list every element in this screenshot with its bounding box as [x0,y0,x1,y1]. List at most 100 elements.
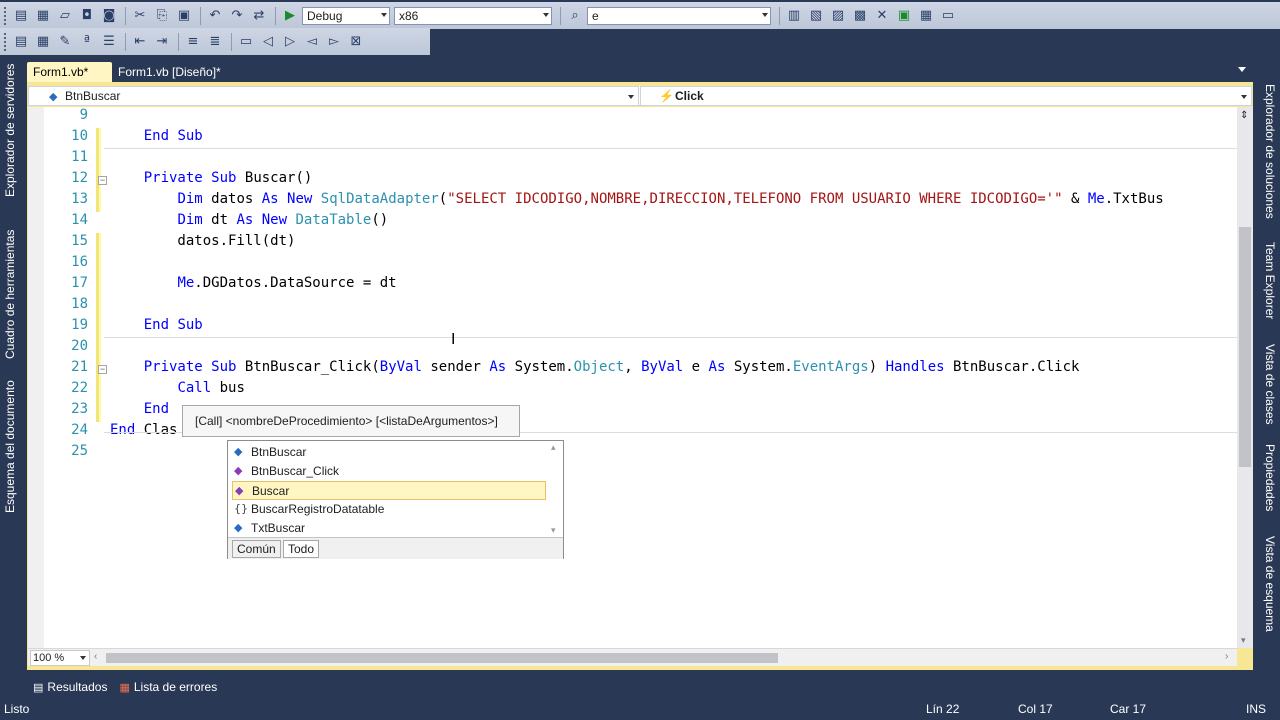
open-file-icon[interactable]: ▱ [55,6,75,26]
add-item-icon[interactable]: ▦ [33,6,53,26]
list-icon[interactable]: ☰ [99,32,119,52]
word-complete-icon[interactable]: ª [77,32,97,52]
prev-bookmark-icon[interactable]: ◁ [258,32,278,52]
properties-tab[interactable]: Propiedades [1263,444,1277,511]
completion-item[interactable]: ◆ BtnBuscar_Click [232,462,546,481]
chevron-left-icon[interactable]: ‹ [94,651,97,662]
tab-common[interactable]: Común [232,540,281,558]
class-name-value: BtnBuscar [65,89,121,103]
collapse-icon[interactable]: − [98,176,107,185]
outline-view-tab[interactable]: Vista de esquema [1263,536,1277,632]
namespace-icon: {} [234,502,248,515]
tools-icon[interactable]: ✕ [872,6,892,26]
uncomment-icon[interactable]: ≣ [205,32,225,52]
tab-output[interactable]: ▤ Resultados [27,676,113,698]
scroll-thumb[interactable] [1239,227,1251,467]
completion-item[interactable]: ◆ BtnBuscar [232,443,546,462]
next-bookmark-folder-icon[interactable]: ▻ [324,32,344,52]
status-text: Listo [4,702,30,716]
member-list-icon[interactable]: ▤ [11,32,31,52]
solution-explorer-tab[interactable]: Explorador de soluciones [1263,84,1277,219]
completion-filter-tabs: Común Todo [228,537,563,559]
toolbar-grip[interactable] [4,6,8,25]
bookmark-icon[interactable]: ▭ [236,32,256,52]
object-browser-icon[interactable]: ▨ [828,6,848,26]
outdent-icon[interactable]: ⇤ [130,32,150,52]
tab-error-list[interactable]: ▦ Lista de errores [113,676,223,698]
find-input[interactable]: e [587,6,771,25]
code-line[interactable]: Dim dt As New DataTable() [110,212,388,228]
platform-select[interactable]: x86 [394,6,552,25]
code-line[interactable]: Private Sub Buscar() [110,170,313,186]
toolbar-grip[interactable] [4,32,8,51]
toolbox-tab[interactable]: Cuadro de herramientas [3,230,17,370]
prev-bookmark-folder-icon[interactable]: ◅ [302,32,322,52]
indent-icon[interactable]: ⇥ [152,32,172,52]
toolbox-icon[interactable]: ▩ [850,6,870,26]
undo-icon[interactable]: ↶ [205,6,225,26]
find-in-files-icon[interactable]: ⌕ [565,6,585,26]
intellisense-list[interactable]: ◆ BtnBuscar ◆ BtnBuscar_Click ◆ Buscar {} Busca… [227,440,564,559]
horizontal-scrollbar[interactable]: 100 % ‹ › [28,648,1237,666]
code-line[interactable]: Call bus [110,380,244,396]
line-number: 12 [71,170,88,186]
configuration-select[interactable]: Debug [302,6,390,25]
parameter-info-icon[interactable]: ▦ [33,32,53,52]
find-value: e [592,8,599,23]
chevron-down-icon[interactable]: ▾ [551,525,556,536]
code-line[interactable]: Me.DGDatos.DataSource = dt [110,275,396,291]
vertical-scrollbar[interactable]: ⇕ ▾ [1237,107,1253,648]
class-name-select[interactable]: ◆ BtnBuscar [28,86,639,106]
solution-explorer-icon[interactable]: ▥ [784,6,804,26]
collapse-icon[interactable]: − [98,365,107,374]
save-all-icon[interactable]: ◙ [99,6,119,26]
change-indicator [96,380,101,422]
code-line[interactable]: End [110,401,169,417]
chevron-right-icon[interactable]: › [1225,651,1228,662]
line-number: 22 [71,380,88,396]
code-line[interactable]: End Clas [110,422,177,438]
properties-icon[interactable]: ▧ [806,6,826,26]
cut-icon[interactable]: ✂ [130,6,150,26]
quick-info-icon[interactable]: ✎ [55,32,75,52]
clear-bookmarks-icon[interactable]: ⊠ [346,32,366,52]
code-line[interactable]: Private Sub BtnBuscar_Click(ByVal sender… [110,359,1080,375]
extension-icon[interactable]: ▦ [916,6,936,26]
zoom-select[interactable]: 100 % [30,650,90,666]
code-line[interactable]: End Sub [110,317,203,333]
list-scrollbar[interactable]: ▴ ▾ [548,442,562,536]
completion-item[interactable]: ◆ TxtBuscar [232,519,546,538]
tab-form1-vb[interactable]: Form1.vb* [27,62,112,82]
completion-item[interactable]: ◆ Buscar [232,481,546,500]
window-icon[interactable]: ▭ [938,6,958,26]
scroll-thumb[interactable] [106,653,778,663]
method-name-select[interactable]: ⚡ Click [640,86,1252,106]
code-line[interactable]: datos.Fill(dt) [110,233,295,249]
standard-toolbar: ▤ ▦ ▱ ◘ ◙ ✂ ⎘ ▣ ↶ ↷ ⇄ ▶ Debug x86 ⌕ e ▥ … [0,2,1280,29]
code-line[interactable]: Dim datos As New SqlDataAdapter("SELECT … [110,191,1163,207]
completion-item[interactable]: {} BuscarRegistroDatatable [232,500,546,519]
save-icon[interactable]: ◘ [77,6,97,26]
chevron-up-icon[interactable]: ▴ [551,442,556,453]
tab-overflow-icon[interactable] [1238,67,1246,72]
document-outline-tab[interactable]: Esquema del documento [3,380,17,528]
tab-form1-design[interactable]: Form1.vb [Diseño]* [112,62,227,82]
redo-icon[interactable]: ↷ [227,6,247,26]
comment-icon[interactable]: ≡ [183,32,203,52]
code-line[interactable]: End Sub [110,128,203,144]
line-number: 24 [71,422,88,438]
chevron-down-icon[interactable]: ▾ [1241,635,1246,646]
next-bookmark-icon[interactable]: ▷ [280,32,300,52]
team-explorer-tab[interactable]: Team Explorer [1263,242,1277,319]
new-project-icon[interactable]: ▤ [11,6,31,26]
navigate-icon[interactable]: ⇄ [249,6,269,26]
copy-icon[interactable]: ⎘ [152,6,172,26]
tab-all[interactable]: Todo [283,540,320,558]
class-view-tab[interactable]: Vista de clases [1263,344,1277,425]
server-explorer-tab[interactable]: Explorador de servidores [3,64,17,224]
split-icon[interactable]: ⇕ [1240,110,1248,121]
start-debug-icon[interactable]: ▶ [280,6,300,26]
export-icon[interactable]: ▣ [894,6,914,26]
code-editor[interactable]: 9 10 End Sub 11 12 Private Sub Buscar() 13 D… [28,107,1237,648]
paste-icon[interactable]: ▣ [174,6,194,26]
